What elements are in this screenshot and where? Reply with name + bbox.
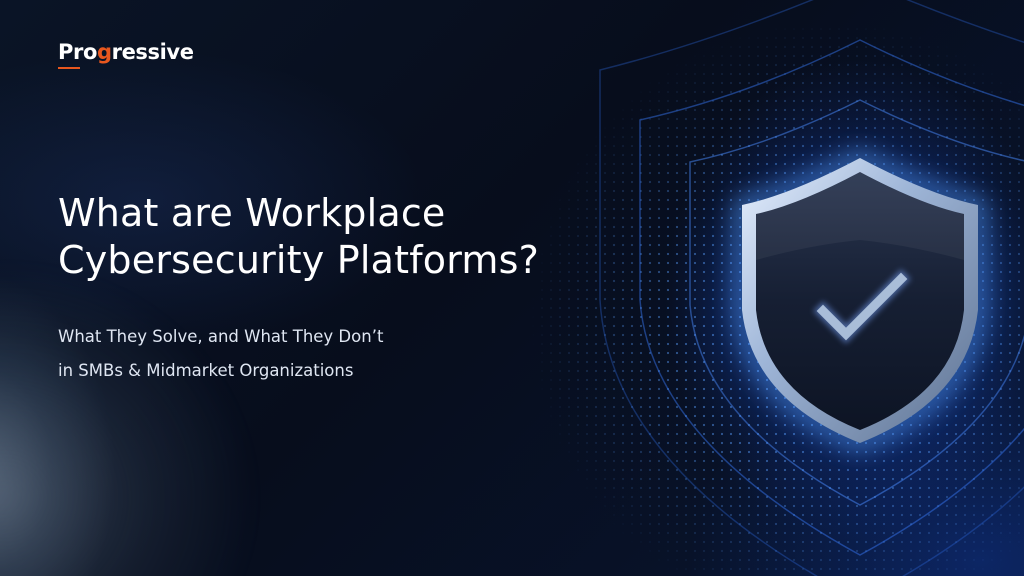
subtitle-line-1: What They Solve, and What They Don’t: [58, 327, 384, 346]
shield-illustration: [520, 0, 1024, 576]
headline-line-2: Cybersecurity Platforms?: [58, 238, 539, 282]
progressive-logo: Progressive: [58, 42, 194, 63]
logo-text-accent: g: [96, 40, 112, 64]
headline-line-1: What are Workplace: [58, 191, 446, 235]
headline: What are Workplace Cybersecurity Platfor…: [58, 190, 578, 284]
light-haze-decoration: [0, 260, 260, 576]
logo-text-start: Pro: [58, 40, 97, 64]
subtitle-line-2: in SMBs & Midmarket Organizations: [58, 361, 354, 380]
logo-text-end: ressive: [111, 40, 194, 64]
hero-banner: Progressive What are Workplace Cybersecu…: [0, 0, 1024, 576]
logo-underline: [58, 67, 80, 69]
subtitle: What They Solve, and What They Don’t in …: [58, 320, 383, 388]
shield-check-icon: [520, 0, 1024, 576]
